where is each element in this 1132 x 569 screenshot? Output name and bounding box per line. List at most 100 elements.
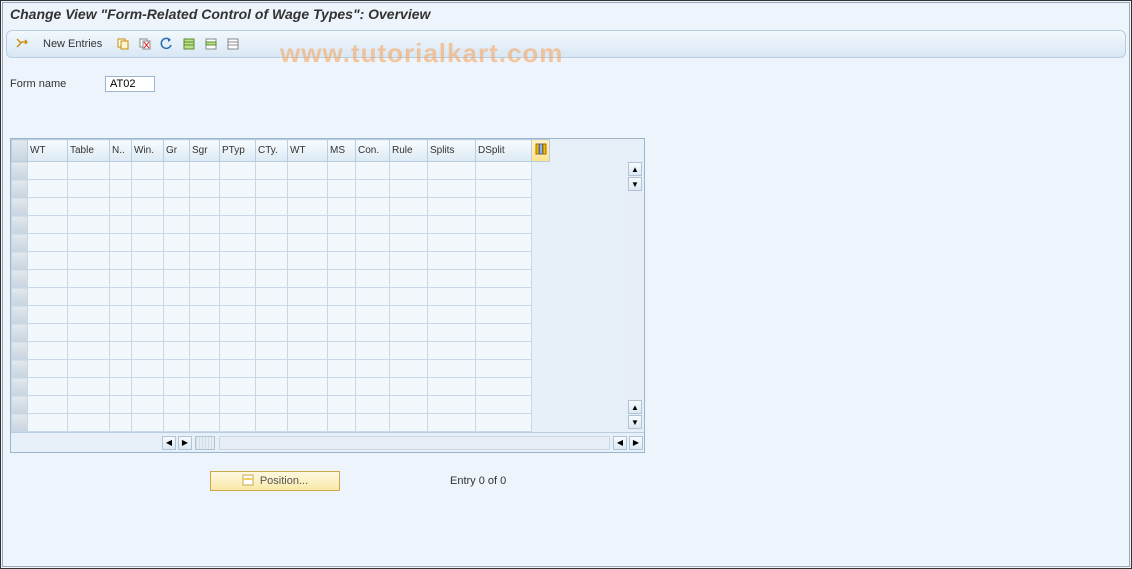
- table-cell[interactable]: [390, 342, 428, 360]
- table-cell[interactable]: [328, 288, 356, 306]
- row-selector[interactable]: [12, 378, 28, 396]
- table-cell[interactable]: [288, 342, 328, 360]
- table-cell[interactable]: [256, 288, 288, 306]
- undo-icon[interactable]: [158, 35, 176, 53]
- table-cell[interactable]: [428, 324, 476, 342]
- table-cell[interactable]: [110, 270, 132, 288]
- table-cell[interactable]: [28, 288, 68, 306]
- table-cell[interactable]: [390, 180, 428, 198]
- table-cell[interactable]: [190, 306, 220, 324]
- row-selector[interactable]: [12, 216, 28, 234]
- table-cell[interactable]: [164, 252, 190, 270]
- table-cell[interactable]: [476, 288, 532, 306]
- table-cell[interactable]: [110, 306, 132, 324]
- table-cell[interactable]: [28, 216, 68, 234]
- table-cell[interactable]: [220, 378, 256, 396]
- table-cell[interactable]: [256, 342, 288, 360]
- table-cell[interactable]: [428, 360, 476, 378]
- table-cell[interactable]: [356, 396, 390, 414]
- table-cell[interactable]: [68, 162, 110, 180]
- table-cell[interactable]: [328, 414, 356, 432]
- table-cell[interactable]: [356, 270, 390, 288]
- table-cell[interactable]: [256, 324, 288, 342]
- table-cell[interactable]: [132, 306, 164, 324]
- table-cell[interactable]: [428, 252, 476, 270]
- table-cell[interactable]: [68, 180, 110, 198]
- table-cell[interactable]: [428, 180, 476, 198]
- table-cell[interactable]: [288, 162, 328, 180]
- table-cell[interactable]: [164, 414, 190, 432]
- toggle-icon[interactable]: [13, 35, 31, 53]
- table-cell[interactable]: [328, 252, 356, 270]
- position-button[interactable]: Position...: [210, 471, 340, 491]
- configure-columns-icon[interactable]: [532, 140, 550, 162]
- table-cell[interactable]: [476, 342, 532, 360]
- table-cell[interactable]: [110, 396, 132, 414]
- delete-icon[interactable]: [136, 35, 154, 53]
- scroll-right-icon[interactable]: ▶: [629, 436, 643, 450]
- table-cell[interactable]: [110, 414, 132, 432]
- table-cell[interactable]: [164, 198, 190, 216]
- col-splits[interactable]: Splits: [428, 140, 476, 162]
- row-selector[interactable]: [12, 234, 28, 252]
- table-cell[interactable]: [110, 324, 132, 342]
- table-cell[interactable]: [390, 306, 428, 324]
- table-cell[interactable]: [68, 324, 110, 342]
- table-cell[interactable]: [356, 288, 390, 306]
- table-cell[interactable]: [476, 324, 532, 342]
- table-cell[interactable]: [256, 378, 288, 396]
- table-cell[interactable]: [68, 252, 110, 270]
- table-cell[interactable]: [288, 288, 328, 306]
- table-cell[interactable]: [288, 360, 328, 378]
- table-cell[interactable]: [328, 216, 356, 234]
- select-all-column[interactable]: [12, 140, 28, 162]
- table-cell[interactable]: [328, 324, 356, 342]
- table-cell[interactable]: [68, 234, 110, 252]
- table-cell[interactable]: [328, 162, 356, 180]
- table-cell[interactable]: [256, 252, 288, 270]
- row-selector[interactable]: [12, 342, 28, 360]
- table-cell[interactable]: [164, 378, 190, 396]
- table-cell[interactable]: [428, 288, 476, 306]
- table-cell[interactable]: [132, 234, 164, 252]
- select-all-icon[interactable]: [180, 35, 198, 53]
- table-cell[interactable]: [164, 342, 190, 360]
- table-cell[interactable]: [356, 342, 390, 360]
- table-cell[interactable]: [356, 252, 390, 270]
- table-cell[interactable]: [428, 198, 476, 216]
- table-cell[interactable]: [164, 216, 190, 234]
- table-cell[interactable]: [428, 306, 476, 324]
- row-selector[interactable]: [12, 270, 28, 288]
- col-table[interactable]: Table: [68, 140, 110, 162]
- table-cell[interactable]: [110, 234, 132, 252]
- row-selector[interactable]: [12, 252, 28, 270]
- table-cell[interactable]: [220, 162, 256, 180]
- row-selector[interactable]: [12, 360, 28, 378]
- col-dsplit[interactable]: DSplit: [476, 140, 532, 162]
- table-cell[interactable]: [110, 288, 132, 306]
- table-cell[interactable]: [220, 396, 256, 414]
- col-gr[interactable]: Gr: [164, 140, 190, 162]
- table-cell[interactable]: [390, 162, 428, 180]
- table-cell[interactable]: [190, 234, 220, 252]
- col-n[interactable]: N..: [110, 140, 132, 162]
- scroll-left-small-icon[interactable]: ◀: [613, 436, 627, 450]
- table-cell[interactable]: [190, 180, 220, 198]
- table-cell[interactable]: [28, 342, 68, 360]
- table-cell[interactable]: [28, 180, 68, 198]
- table-cell[interactable]: [28, 396, 68, 414]
- table-cell[interactable]: [428, 162, 476, 180]
- table-cell[interactable]: [476, 360, 532, 378]
- table-cell[interactable]: [164, 306, 190, 324]
- table-cell[interactable]: [390, 234, 428, 252]
- table-cell[interactable]: [28, 360, 68, 378]
- table-cell[interactable]: [28, 252, 68, 270]
- table-cell[interactable]: [190, 216, 220, 234]
- row-selector[interactable]: [12, 306, 28, 324]
- select-block-icon[interactable]: [202, 35, 220, 53]
- table-cell[interactable]: [132, 270, 164, 288]
- table-cell[interactable]: [164, 360, 190, 378]
- table-cell[interactable]: [28, 324, 68, 342]
- table-cell[interactable]: [328, 198, 356, 216]
- table-cell[interactable]: [68, 216, 110, 234]
